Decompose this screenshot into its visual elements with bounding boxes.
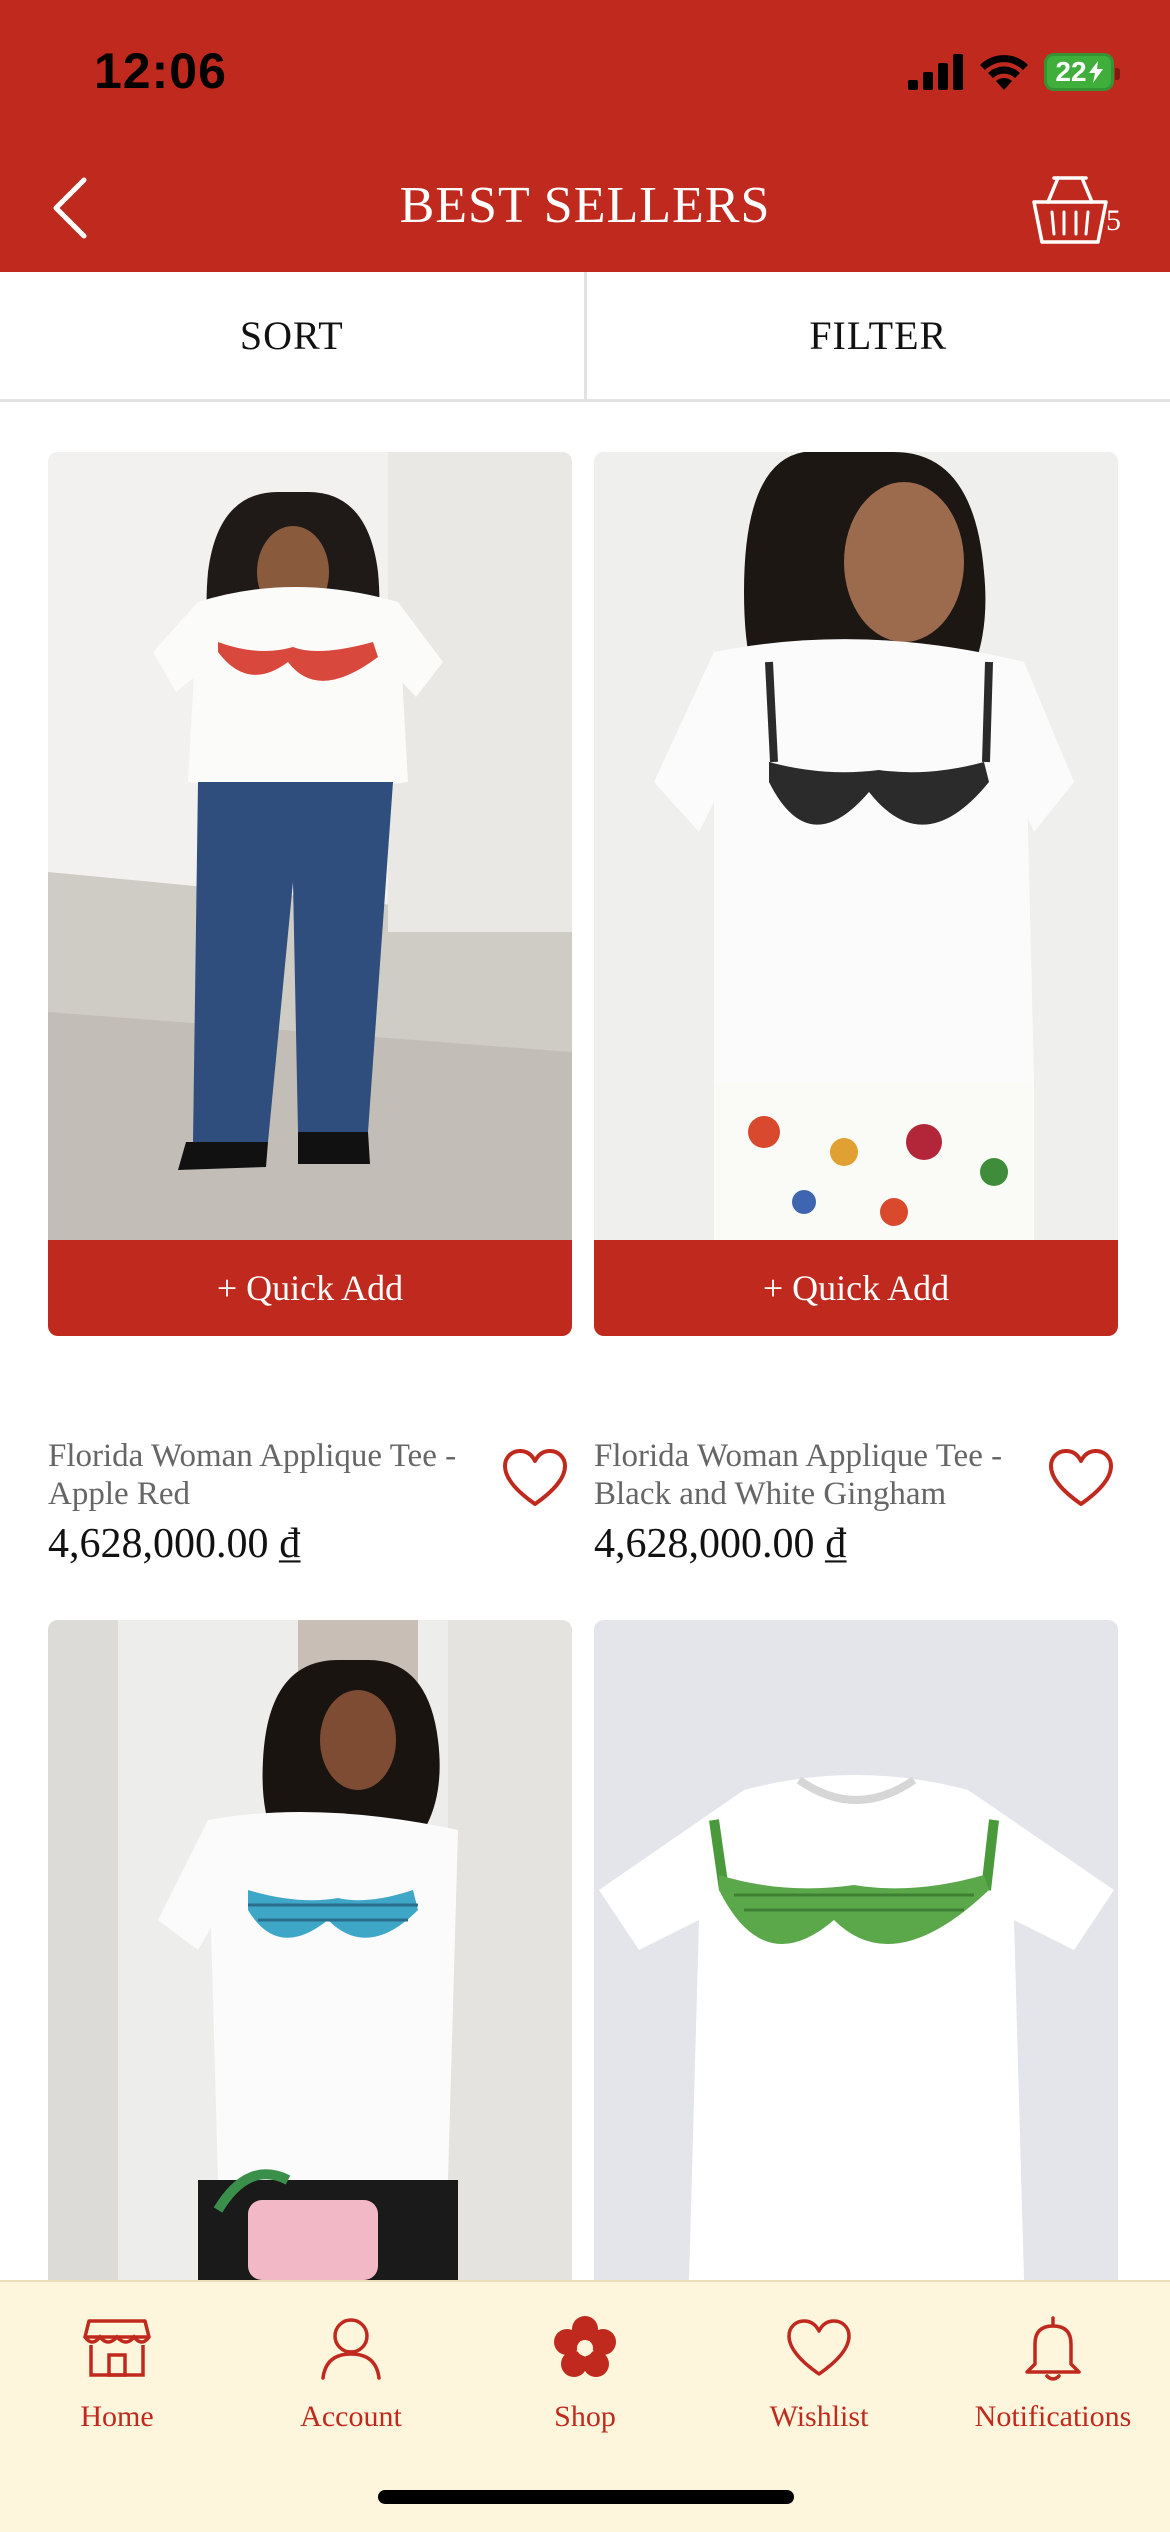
status-time: 12:06	[94, 43, 227, 99]
sort-button[interactable]: SORT	[0, 272, 587, 399]
home-indicator	[378, 2490, 794, 2504]
product-image[interactable]	[594, 1620, 1118, 2280]
nav-home[interactable]: Home	[0, 2282, 234, 2452]
wifi-icon	[980, 55, 1028, 90]
bell-icon	[1025, 2316, 1081, 2381]
storefront-icon	[83, 2319, 151, 2377]
filter-button[interactable]: FILTER	[587, 272, 1170, 399]
wishlist-button[interactable]	[502, 1448, 572, 1512]
heart-icon	[503, 1449, 567, 1506]
product-photo-gingham-tee	[594, 452, 1118, 1240]
basket-icon	[1032, 176, 1108, 244]
nav-account[interactable]: Account	[234, 2282, 468, 2452]
product-photo-red-tee	[48, 452, 572, 1240]
nav-label: Shop	[554, 2400, 616, 2433]
person-icon	[321, 2318, 381, 2380]
cart-button[interactable]: 5	[1030, 168, 1130, 248]
nav-notifications[interactable]: Notifications	[936, 2282, 1170, 2452]
status-icons: 22	[908, 50, 1120, 94]
app-header: 12:06 22 BEST SELLERS 5	[0, 0, 1170, 272]
cart-count-badge: 5	[1106, 204, 1121, 237]
cellular-signal-icon	[908, 54, 963, 90]
battery-level: 22	[1055, 56, 1087, 87]
sort-filter-bar: SORT FILTER	[0, 272, 1170, 402]
product-image[interactable]	[594, 452, 1118, 1240]
nav-wishlist[interactable]: Wishlist	[702, 2282, 936, 2452]
battery-icon: 22	[1044, 53, 1120, 91]
heart-icon	[1049, 1449, 1113, 1506]
product-image[interactable]	[48, 1620, 572, 2280]
charging-bolt-icon	[1088, 61, 1103, 83]
product-price: 4,628,000.00 ₫	[48, 1521, 301, 1567]
wishlist-button[interactable]	[1048, 1448, 1118, 1512]
product-name[interactable]: Florida Woman Applique Tee - Black and W…	[594, 1437, 1014, 1513]
product-name[interactable]: Florida Woman Applique Tee - Apple Red	[48, 1437, 468, 1513]
product-price: 4,628,000.00 ₫	[594, 1521, 847, 1567]
quick-add-button[interactable]: + Quick Add	[48, 1240, 572, 1336]
product-photo-plaid-tee	[48, 1620, 572, 2280]
nav-label: Account	[300, 2400, 402, 2433]
quick-add-button[interactable]: + Quick Add	[594, 1240, 1118, 1336]
nav-label: Wishlist	[769, 2400, 869, 2433]
nav-shop[interactable]: Shop	[468, 2282, 702, 2452]
product-photo-green-tee	[594, 1620, 1118, 2280]
page-title: BEST SELLERS	[399, 177, 771, 234]
product-image[interactable]	[48, 452, 572, 1240]
nav-label: Home	[80, 2400, 154, 2433]
heart-icon	[787, 2319, 851, 2376]
nav-label: Notifications	[974, 2400, 1132, 2433]
flower-icon	[554, 2316, 616, 2377]
